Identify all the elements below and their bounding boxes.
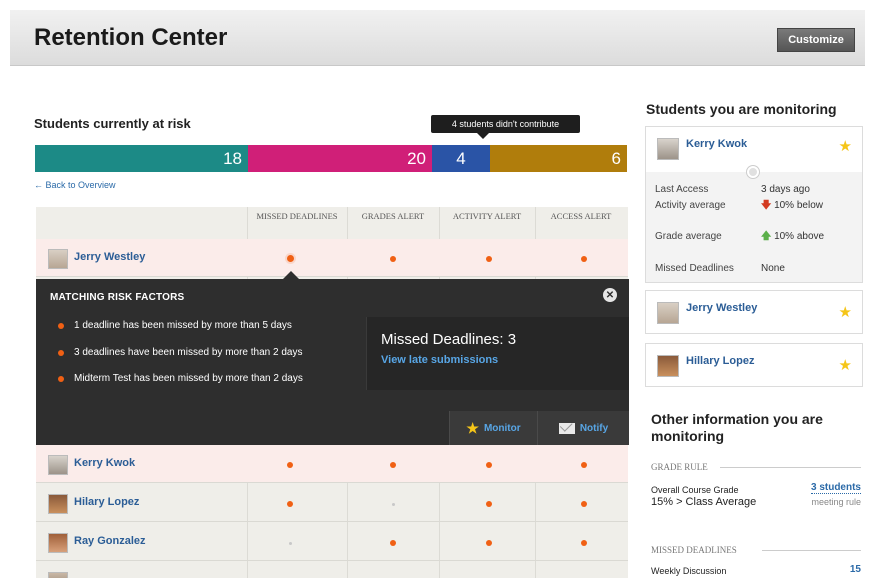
col-grades-alert[interactable]: GRADES ALERT bbox=[347, 211, 439, 221]
risk-dot[interactable] bbox=[287, 501, 293, 507]
close-icon[interactable]: ✕ bbox=[603, 288, 617, 302]
table-row[interactable] bbox=[36, 562, 628, 578]
grade-rule-label: Overall Course Grade 15% > Class Average bbox=[651, 485, 757, 508]
notify-label: Notify bbox=[579, 422, 609, 434]
popover-arrow bbox=[282, 271, 300, 280]
notify-button[interactable]: Notify bbox=[537, 411, 629, 445]
avatar bbox=[657, 355, 679, 377]
monitor-button[interactable]: ★ Monitor bbox=[449, 411, 537, 445]
envelope-icon bbox=[558, 422, 575, 434]
divider bbox=[762, 550, 861, 551]
table-row[interactable]: Jerry Westley bbox=[36, 239, 628, 277]
student-name-link[interactable]: Hillary Lopez bbox=[686, 355, 754, 367]
col-access-alert[interactable]: ACCESS ALERT bbox=[535, 211, 627, 221]
stat-missed-deadlines: Missed Deadlines None bbox=[655, 263, 785, 274]
star-icon[interactable]: ★ bbox=[839, 139, 852, 154]
avatar bbox=[657, 138, 679, 160]
risk-dot[interactable] bbox=[486, 540, 492, 546]
risk-factor-item: Midterm Test has been missed by more tha… bbox=[58, 373, 303, 384]
student-name-link[interactable]: Ray Gonzalez bbox=[74, 535, 146, 547]
collapse-handle-icon[interactable] bbox=[747, 166, 759, 178]
risk-dot[interactable] bbox=[581, 462, 587, 468]
monitored-student-card[interactable]: Jerry Westley ★ bbox=[645, 290, 863, 334]
star-icon[interactable]: ★ bbox=[839, 305, 852, 320]
risk-factor-item: 3 deadlines have been missed by more tha… bbox=[58, 347, 303, 358]
col-missed-deadlines[interactable]: MISSED DEADLINES bbox=[247, 211, 347, 221]
risk-dot[interactable] bbox=[486, 462, 492, 468]
risk-dot[interactable] bbox=[390, 256, 396, 262]
monitor-label: Monitor bbox=[483, 422, 521, 434]
risk-dot[interactable] bbox=[581, 501, 587, 507]
stat-last-access: Last Access 3 days ago bbox=[655, 184, 810, 195]
risk-dot[interactable] bbox=[581, 540, 587, 546]
risk-factor-text: 1 deadline has been missed by more than … bbox=[74, 320, 292, 331]
monitoring-title: Students you are monitoring bbox=[646, 101, 837, 117]
risk-dot[interactable] bbox=[390, 462, 396, 468]
risk-factor-text: 3 deadlines have been missed by more tha… bbox=[74, 347, 303, 358]
bullet-icon bbox=[58, 323, 64, 329]
monitored-student-card[interactable]: Hillary Lopez ★ bbox=[645, 343, 863, 387]
risk-dot[interactable] bbox=[581, 256, 587, 262]
risk-tooltip: 4 students didn't contribute bbox=[431, 115, 580, 139]
risk-bar: 18 20 4 6 bbox=[35, 145, 627, 172]
risk-segment-access[interactable]: 6 bbox=[490, 145, 627, 172]
back-to-overview-link[interactable]: ← Back to Overview bbox=[34, 180, 116, 190]
divider bbox=[720, 467, 861, 468]
missed-deadlines-label: Weekly Discussion bbox=[651, 566, 727, 576]
student-name-link[interactable]: Kerry Kwok bbox=[686, 138, 747, 150]
risk-segment-missed-deadlines[interactable]: 18 bbox=[35, 145, 248, 172]
avatar bbox=[48, 572, 68, 578]
avatar bbox=[48, 455, 68, 475]
risk-factor-item: 1 deadline has been missed by more than … bbox=[58, 320, 292, 331]
no-risk-dot bbox=[392, 503, 395, 506]
other-info-title: Other information you are monitoring bbox=[651, 411, 823, 444]
risk-factor-text: Midterm Test has been missed by more tha… bbox=[74, 373, 303, 384]
student-name-link[interactable]: Kerry Kwok bbox=[74, 457, 135, 469]
risk-dot[interactable] bbox=[486, 501, 492, 507]
popover-heading: MATCHING RISK FACTORS bbox=[50, 292, 185, 303]
no-risk-dot bbox=[289, 542, 292, 545]
risk-dot[interactable] bbox=[287, 255, 294, 262]
page-title: Retention Center bbox=[34, 24, 228, 51]
grade-rule-note: meeting rule bbox=[811, 497, 861, 507]
missed-deadlines-count-link[interactable]: 15 bbox=[850, 564, 861, 575]
monitored-student-card[interactable]: Kerry Kwok ★ Last Access 3 days ago Acti… bbox=[645, 126, 863, 283]
stat-activity: Activity average 🡇 10% below bbox=[655, 200, 823, 211]
risk-dot[interactable] bbox=[390, 540, 396, 546]
risk-section-title: Students currently at risk bbox=[34, 116, 191, 131]
risk-segment-activity[interactable]: 4 bbox=[432, 145, 490, 172]
popover-actions: ★ Monitor Notify bbox=[449, 411, 629, 445]
arrow-down-icon: 🡇 bbox=[761, 200, 772, 211]
risk-segment-grades[interactable]: 20 bbox=[248, 145, 432, 172]
grade-rule-heading: GRADE RULE bbox=[651, 462, 708, 472]
table-row[interactable]: Hilary Lopez bbox=[36, 484, 628, 522]
arrow-up-icon: 🡅 bbox=[761, 231, 772, 242]
risk-dot[interactable] bbox=[287, 462, 293, 468]
customize-button[interactable]: Customize bbox=[777, 28, 855, 52]
view-late-submissions-link[interactable]: View late submissions bbox=[381, 354, 498, 366]
bullet-icon bbox=[58, 350, 64, 356]
table-row[interactable]: Ray Gonzalez bbox=[36, 523, 628, 561]
star-icon: ★ bbox=[466, 420, 479, 436]
missed-deadlines-box: Missed Deadlines: 3 View late submission… bbox=[366, 317, 629, 390]
avatar bbox=[48, 494, 68, 514]
bullet-icon bbox=[58, 376, 64, 382]
risk-factors-popover: MATCHING RISK FACTORS ✕ 1 deadline has b… bbox=[36, 271, 629, 445]
avatar bbox=[657, 302, 679, 324]
avatar bbox=[48, 249, 68, 269]
student-name-link[interactable]: Hilary Lopez bbox=[74, 496, 139, 508]
grade-rule-students-link[interactable]: 3 students bbox=[810, 482, 861, 494]
student-name-link[interactable]: Jerry Westley bbox=[74, 251, 145, 263]
missed-deadlines-title: Missed Deadlines: 3 bbox=[381, 331, 517, 348]
missed-deadlines-heading: MISSED DEADLINES bbox=[651, 545, 737, 555]
col-activity-alert[interactable]: ACTIVITY ALERT bbox=[439, 211, 535, 221]
risk-dot[interactable] bbox=[486, 256, 492, 262]
table-row[interactable]: Kerry Kwok bbox=[36, 445, 628, 483]
stat-grade: Grade average 🡅 10% above bbox=[655, 231, 825, 242]
page-header: Retention Center Customize bbox=[10, 10, 865, 66]
student-name-link[interactable]: Jerry Westley bbox=[686, 302, 757, 314]
avatar bbox=[48, 533, 68, 553]
table-header: MISSED DEADLINES GRADES ALERT ACTIVITY A… bbox=[36, 207, 628, 239]
star-icon[interactable]: ★ bbox=[839, 358, 852, 373]
